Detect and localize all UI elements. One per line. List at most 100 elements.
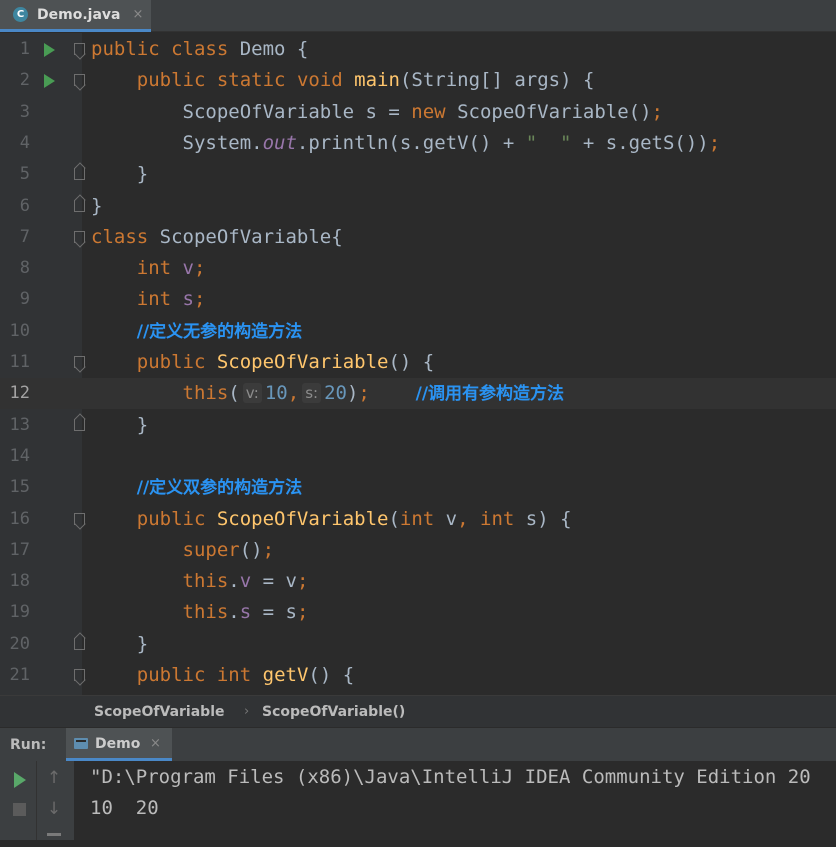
code-text: public int getV() { [91,663,354,687]
code-line[interactable]: 9 int s; [0,284,836,315]
line-number: 2 [19,70,30,91]
code-line[interactable]: 5 } [0,159,836,190]
rerun-icon[interactable] [10,770,30,790]
code-token: int [399,507,435,530]
code-line[interactable]: 17 super(); [0,535,836,566]
toolbar-divider [36,761,37,840]
code-line[interactable]: 16 public ScopeOfVariable(int v, int s) … [0,504,836,535]
code-token: super [182,538,240,561]
code-line[interactable]: 6} [0,191,836,222]
code-line[interactable]: 15 //定义双参的构造方法 [0,472,836,503]
fold-end-icon[interactable] [74,418,85,431]
code-token: ScopeOfVariable{ [148,225,343,248]
code-token: public [136,351,206,373]
console-output[interactable]: "D:\Program Files (x86)\Java\IntelliJ ID… [74,761,836,840]
run-tool-window-header: Run: Demo × [0,727,836,761]
fold-expand-icon[interactable] [74,356,85,368]
code-token: public [91,38,160,60]
fold-end-icon[interactable] [74,168,85,181]
code-token: ( [388,507,400,530]
fold-end-icon[interactable] [74,637,85,650]
code-line[interactable]: 10 //定义无参的构造方法 [0,316,836,347]
code-token: ScopeOfVariable s = [91,100,412,123]
code-line[interactable]: 7 class ScopeOfVariable{ [0,222,836,253]
code-line[interactable]: 8 int v; [0,253,836,284]
code-text: public ScopeOfVariable() { [91,350,434,374]
run-gutter-icon[interactable] [44,74,55,89]
line-number: 12 [9,383,30,404]
code-token: 10 [264,382,288,405]
run-gutter-icon[interactable] [44,43,55,57]
line-number: 16 [9,508,30,529]
down-arrow-icon[interactable]: ↓ [44,799,64,819]
code-line[interactable]: 20 } [0,629,836,660]
fold-expand-icon[interactable] [74,230,85,243]
code-token: + s.getS()) [571,131,709,154]
code-token: ScopeOfVariable [216,507,389,530]
code-line[interactable]: 18 this.v = v; [0,566,836,597]
tab-demo-java[interactable]: C Demo.java × [0,0,151,32]
code-line[interactable]: 2 public static void main(String[] args)… [0,65,836,96]
code-line[interactable]: 13 } [0,410,836,441]
code-line[interactable]: 4 System.out.println(s.getV() + " " + s.… [0,128,836,159]
code-token: s [239,601,252,624]
code-line[interactable]: 14 [0,441,836,472]
code-token: } [91,194,103,217]
stop-icon[interactable] [10,800,30,820]
code-token: .println(s.getV() + [296,131,526,154]
line-number: 19 [9,602,30,623]
run-tab-demo[interactable]: Demo × [66,728,172,761]
console-icon [74,738,88,749]
code-token: new [411,100,446,123]
close-icon[interactable]: × [150,736,161,751]
code-text: public ScopeOfVariable(int v, int s) { [91,507,572,531]
fold-expand-icon[interactable] [74,74,85,87]
code-token: } [91,632,149,655]
code-token: , [287,382,300,405]
breadcrumb-method[interactable]: ScopeOfVariable() [262,704,405,720]
code-token: ScopeOfVariable [216,351,389,373]
fold-expand-icon[interactable] [74,669,85,681]
code-token: ( [228,382,240,405]
code-line[interactable]: 3 ScopeOfVariable s = new ScopeOfVariabl… [0,97,836,128]
code-token: = v [251,570,297,593]
code-text: int s; [91,287,206,311]
code-line[interactable]: 11 public ScopeOfVariable() { [0,347,836,378]
code-text: System.out.println(s.getV() + " " + s.ge… [91,131,721,155]
code-token: ; [296,601,309,624]
code-editor[interactable]: 1 public class Demo {2 public static void… [0,33,836,695]
code-token: ScopeOfVariable() [445,100,652,123]
code-line[interactable]: 1 public class Demo { [0,34,836,65]
code-token: this [182,570,229,593]
fold-expand-icon[interactable] [74,512,85,525]
code-text: //定义无参的构造方法 [91,319,302,344]
code-line[interactable]: 19 this.s = s; [0,597,836,628]
code-token: . [228,570,240,593]
line-number: 3 [19,101,30,122]
code-token: ; [651,100,663,123]
breadcrumb-class[interactable]: ScopeOfVariable [94,704,225,720]
fold-end-icon[interactable] [74,199,85,212]
close-icon[interactable]: × [132,7,143,22]
run-label: Run: [10,737,47,753]
code-token: System. [91,131,263,154]
fold-expand-icon[interactable] [74,43,85,55]
code-token: } [91,413,149,436]
code-line[interactable]: 12 this(v: 10, s: 20); //调用有参构造方法 [0,378,836,410]
code-token: () [239,538,263,561]
code-token: s [182,288,194,311]
code-text: public static void main(String[] args) { [91,68,595,92]
line-number: 7 [19,226,30,247]
code-token: v [182,257,194,280]
soft-wrap-icon[interactable] [44,827,64,847]
code-line[interactable]: 21 public int getV() { [0,660,836,691]
up-arrow-icon[interactable]: ↑ [44,768,64,788]
